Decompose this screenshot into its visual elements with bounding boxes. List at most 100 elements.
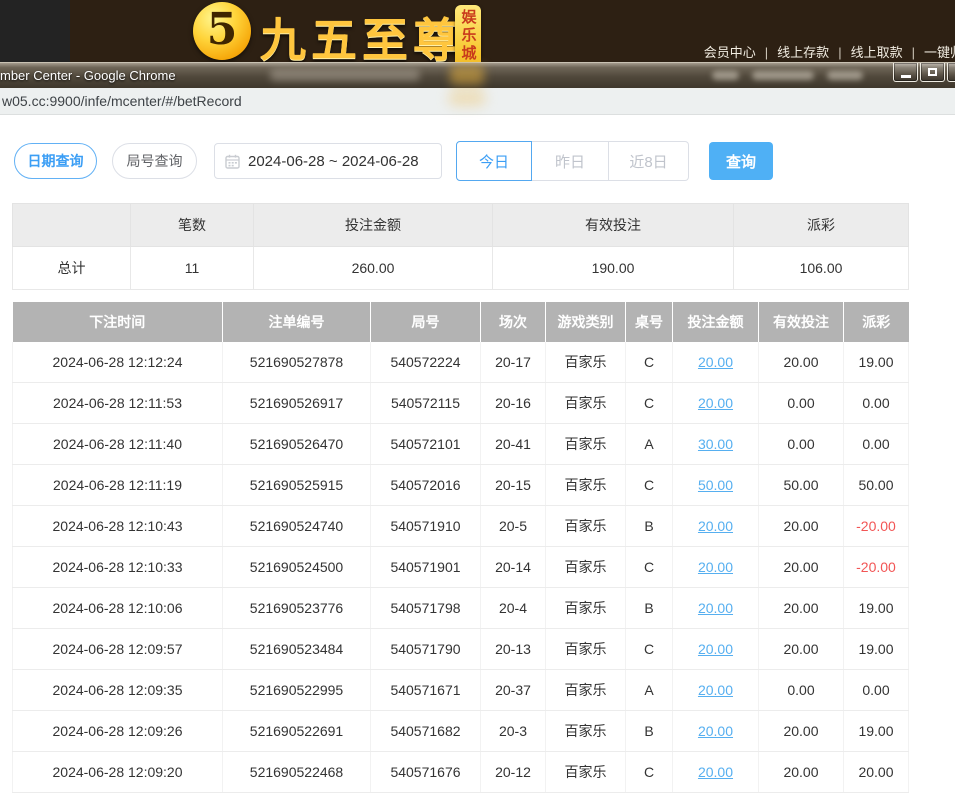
valid-bet-cell: 20.00 — [759, 588, 844, 629]
window-title: mber Center - Google Chrome — [0, 68, 176, 83]
bet-amount-cell[interactable]: 20.00 — [673, 547, 759, 588]
bet-id-cell: 521690523484 — [223, 629, 371, 670]
url-bar[interactable]: w05.cc:9900/infe/mcenter/#/betRecord — [0, 88, 955, 115]
banner-nav: 会员中心|线上存款|线上取款|一键归 — [704, 42, 955, 61]
filter-bar: 日期查询 局号查询 2024-06-28 ~ 2024-06-28 今日 昨日 … — [14, 141, 955, 181]
minimize-button[interactable] — [893, 63, 918, 82]
valid-bet-cell: 0.00 — [759, 383, 844, 424]
bet-amount-cell[interactable]: 20.00 — [673, 670, 759, 711]
quick-range-group: 今日 昨日 近8日 — [456, 141, 689, 181]
payout-cell: 19.00 — [844, 342, 909, 383]
bet-time-cell: 2024-06-28 12:10:06 — [13, 588, 223, 629]
nav-onekey[interactable]: 一键归 — [924, 45, 955, 60]
close-button[interactable]: ✕ — [947, 63, 955, 82]
bet-amount-cell[interactable]: 20.00 — [673, 383, 759, 424]
nav-withdraw[interactable]: 线上取款 — [851, 45, 903, 60]
date-range-input[interactable]: 2024-06-28 ~ 2024-06-28 — [214, 143, 442, 179]
bet-amount-cell[interactable]: 20.00 — [673, 506, 759, 547]
payout-cell: 50.00 — [844, 465, 909, 506]
valid-bet-cell: 20.00 — [759, 752, 844, 793]
table-row: 2024-06-28 12:12:24521690527878540572224… — [13, 342, 909, 383]
round-id-cell: 540571676 — [371, 752, 481, 793]
payout-cell: 19.00 — [844, 629, 909, 670]
summary-total-label: 总计 — [13, 247, 131, 290]
round-query-tab[interactable]: 局号查询 — [112, 143, 197, 179]
blurred-region — [712, 71, 739, 80]
round-id-cell: 540572115 — [371, 383, 481, 424]
session-cell: 20-14 — [481, 547, 546, 588]
table-code-cell: C — [626, 547, 673, 588]
bet-time-cell: 2024-06-28 12:11:53 — [13, 383, 223, 424]
blurred-region — [752, 71, 814, 80]
maximize-button[interactable] — [920, 63, 945, 82]
bet-time-cell: 2024-06-28 12:11:19 — [13, 465, 223, 506]
header-valid-bet: 有效投注 — [759, 302, 844, 342]
url-text: w05.cc:9900/infe/mcenter/#/betRecord — [2, 93, 242, 109]
table-row: 2024-06-28 12:10:06521690523776540571798… — [13, 588, 909, 629]
bet-amount-cell[interactable]: 50.00 — [673, 465, 759, 506]
table-code-cell: A — [626, 670, 673, 711]
brand-title: 九五至尊 — [260, 4, 464, 70]
summary-header-row: 笔数 投注金额 有效投注 派彩 — [13, 204, 909, 247]
game-type-cell: 百家乐 — [546, 670, 626, 711]
game-type-cell: 百家乐 — [546, 383, 626, 424]
nav-separator: | — [838, 45, 841, 60]
table-row: 2024-06-28 12:09:20521690522468540571676… — [13, 752, 909, 793]
table-row: 2024-06-28 12:11:19521690525915540572016… — [13, 465, 909, 506]
valid-bet-cell: 20.00 — [759, 629, 844, 670]
today-button[interactable]: 今日 — [456, 141, 532, 181]
session-cell: 20-4 — [481, 588, 546, 629]
brand-badge-text: 娱乐城 — [461, 9, 476, 63]
bet-id-cell: 521690523776 — [223, 588, 371, 629]
last-8-days-button[interactable]: 近8日 — [609, 141, 689, 181]
payout-cell: 19.00 — [844, 711, 909, 752]
bet-record-table: 下注时间 注单编号 局号 场次 游戏类别 桌号 投注金额 有效投注 派彩 202… — [12, 302, 909, 793]
game-type-cell: 百家乐 — [546, 342, 626, 383]
session-cell: 20-37 — [481, 670, 546, 711]
table-code-cell: C — [626, 465, 673, 506]
header-table-code: 桌号 — [626, 302, 673, 342]
session-cell: 20-12 — [481, 752, 546, 793]
date-query-tab[interactable]: 日期查询 — [14, 143, 97, 179]
game-type-cell: 百家乐 — [546, 711, 626, 752]
summary-total-bet-amount: 260.00 — [254, 247, 493, 290]
round-id-cell: 540571790 — [371, 629, 481, 670]
table-code-cell: B — [626, 711, 673, 752]
date-range-value: 2024-06-28 ~ 2024-06-28 — [248, 153, 419, 170]
casino-logo-icon: 5 — [193, 2, 251, 60]
game-type-cell: 百家乐 — [546, 506, 626, 547]
bet-time-cell: 2024-06-28 12:11:40 — [13, 424, 223, 465]
summary-total-count: 11 — [131, 247, 254, 290]
banner-left-block — [0, 0, 70, 63]
bet-table-header-row: 下注时间 注单编号 局号 场次 游戏类别 桌号 投注金额 有效投注 派彩 — [13, 302, 909, 342]
bet-amount-cell[interactable]: 20.00 — [673, 629, 759, 670]
summary-header-bet-amount: 投注金额 — [254, 204, 493, 247]
blurred-region — [270, 69, 420, 81]
nav-separator: | — [912, 45, 915, 60]
bet-amount-cell[interactable]: 20.00 — [673, 588, 759, 629]
table-row: 2024-06-28 12:11:53521690526917540572115… — [13, 383, 909, 424]
yesterday-button[interactable]: 昨日 — [532, 141, 609, 181]
nav-member-center[interactable]: 会员中心 — [704, 45, 756, 60]
table-code-cell: B — [626, 506, 673, 547]
summary-total-valid-bet: 190.00 — [493, 247, 734, 290]
bet-amount-cell[interactable]: 20.00 — [673, 711, 759, 752]
header-game-type: 游戏类别 — [546, 302, 626, 342]
session-cell: 20-15 — [481, 465, 546, 506]
bet-amount-cell[interactable]: 20.00 — [673, 342, 759, 383]
table-code-cell: A — [626, 424, 673, 465]
round-id-cell: 540571682 — [371, 711, 481, 752]
table-row: 2024-06-28 12:11:40521690526470540572101… — [13, 424, 909, 465]
bet-id-cell: 521690525915 — [223, 465, 371, 506]
payout-cell: 19.00 — [844, 588, 909, 629]
nav-deposit[interactable]: 线上存款 — [777, 45, 829, 60]
summary-header-count: 笔数 — [131, 204, 254, 247]
session-cell: 20-5 — [481, 506, 546, 547]
valid-bet-cell: 20.00 — [759, 342, 844, 383]
search-button[interactable]: 查询 — [709, 142, 773, 180]
round-id-cell: 540571910 — [371, 506, 481, 547]
header-bet-time: 下注时间 — [13, 302, 223, 342]
bet-amount-cell[interactable]: 30.00 — [673, 424, 759, 465]
bet-id-cell: 521690526470 — [223, 424, 371, 465]
bet-amount-cell[interactable]: 20.00 — [673, 752, 759, 793]
